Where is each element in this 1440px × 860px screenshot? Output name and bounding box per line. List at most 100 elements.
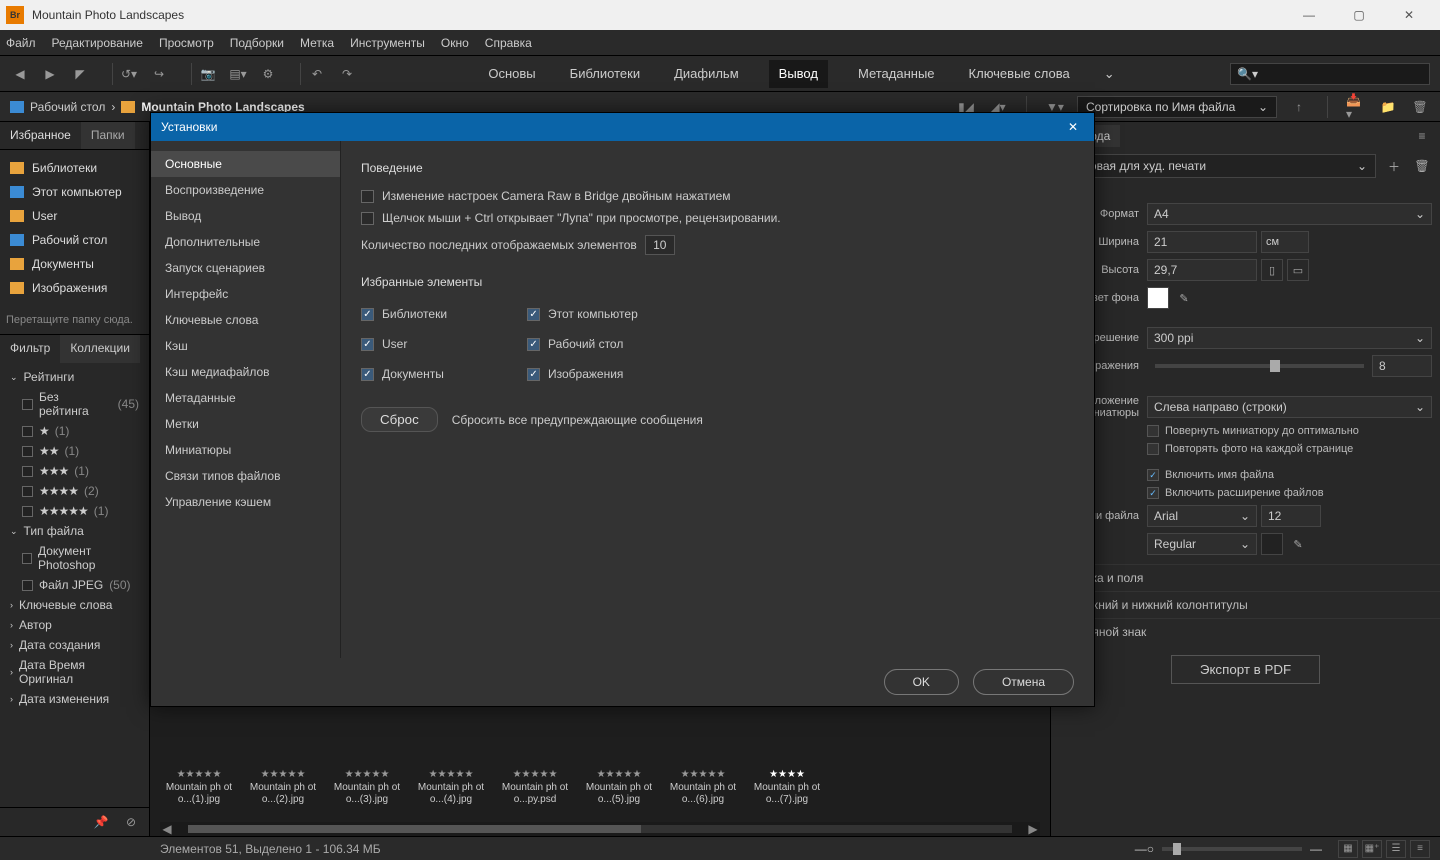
nav-item-playback[interactable]: Воспроизведение	[151, 177, 340, 203]
thumbnail-item[interactable]: ★★★★★Mountain ph oto...(6).jpg	[664, 769, 742, 806]
checkbox[interactable]	[22, 466, 33, 477]
scrollbar-thumb[interactable]	[188, 825, 641, 833]
portrait-button[interactable]: ▯	[1261, 259, 1283, 281]
section-grid[interactable]: ›Сетка и поля	[1051, 564, 1440, 591]
imagesize-slider[interactable]	[1155, 364, 1364, 368]
fontcolor-swatch[interactable]	[1261, 533, 1283, 555]
checkbox[interactable]	[22, 553, 32, 564]
tab-favorites[interactable]: Избранное	[0, 122, 81, 149]
favorite-item[interactable]: Этот компьютер	[0, 180, 149, 204]
rotate-cw-button[interactable]: ↷	[337, 64, 357, 84]
thumbnail-item[interactable]: ★★★★★Mountain ph oto...(5).jpg	[580, 769, 658, 806]
repeat-photo-checkbox-row[interactable]: Повторять фото на каждой странице	[1051, 440, 1440, 458]
view-grid-lock-button[interactable]: ▦⁺	[1362, 840, 1382, 858]
checkbox[interactable]	[1147, 487, 1159, 499]
fav-desktop-checkbox[interactable]: Рабочий стол	[527, 333, 638, 355]
nav-item-file-type-assoc[interactable]: Связи типов файлов	[151, 463, 340, 489]
scroll-left-arrow[interactable]: ◀	[160, 822, 174, 836]
checkbox[interactable]	[1147, 469, 1159, 481]
add-preset-button[interactable]: ＋	[1384, 156, 1404, 176]
rotate-ccw-button[interactable]: ↶	[307, 64, 327, 84]
search-input[interactable]: 🔍▾	[1230, 63, 1430, 85]
thumbnail-item[interactable]: ★★★★★Mountain ph oto...py.psd	[496, 769, 574, 806]
nav-item-labels[interactable]: Метки	[151, 411, 340, 437]
menu-label[interactable]: Метка	[300, 36, 334, 50]
new-folder-icon[interactable]: 📁	[1378, 97, 1398, 117]
export-pdf-button[interactable]: Экспорт в PDF	[1171, 655, 1320, 684]
favorite-item[interactable]: Библиотеки	[0, 156, 149, 180]
filter-group-date-modified[interactable]: ›Дата изменения	[0, 689, 149, 709]
favorite-item[interactable]: Изображения	[0, 276, 149, 300]
nav-forward-button[interactable]: ▶	[40, 64, 60, 84]
rotate-thumb-checkbox-row[interactable]: Повернуть миниатюру до оптимально	[1051, 422, 1440, 440]
favorite-item[interactable]: Рабочий стол	[0, 228, 149, 252]
window-close-button[interactable]: ✕	[1394, 8, 1424, 22]
camera-icon[interactable]: 📷	[198, 64, 218, 84]
landscape-button[interactable]: ▭	[1287, 259, 1309, 281]
zoom-in-button[interactable]: —	[1310, 842, 1322, 856]
reset-warnings-button[interactable]: Сброс	[361, 407, 438, 432]
filter-group-date-original[interactable]: ›Дата Время Оригинал	[0, 655, 149, 689]
tab-filter[interactable]: Фильтр	[0, 335, 60, 363]
menu-view[interactable]: Просмотр	[159, 36, 214, 50]
unit-dropdown[interactable]: см	[1261, 231, 1309, 253]
workspace-tab-keywords[interactable]: Ключевые слова	[965, 60, 1074, 88]
font-dropdown[interactable]: Arial⌄	[1147, 505, 1257, 527]
format-dropdown[interactable]: A4⌄	[1147, 203, 1432, 225]
section-header-footer[interactable]: ›Верхний и нижний колонтитулы	[1051, 591, 1440, 618]
menu-tools[interactable]: Инструменты	[350, 36, 425, 50]
nav-item-general[interactable]: Основные	[151, 151, 340, 177]
checkbox[interactable]	[1147, 443, 1159, 455]
fav-libraries-checkbox[interactable]: Библиотеки	[361, 303, 447, 325]
checkbox[interactable]	[527, 338, 540, 351]
menu-file[interactable]: Файл	[6, 36, 36, 50]
panel-menu-icon[interactable]: ≡	[1412, 126, 1432, 146]
menu-edit[interactable]: Редактирование	[52, 36, 143, 50]
checkbox[interactable]	[22, 486, 33, 497]
path-segment-desktop[interactable]: Рабочий стол	[30, 100, 105, 114]
workspace-tab-output[interactable]: Вывод	[769, 60, 828, 88]
include-name-checkbox-row[interactable]: Включить имя файла	[1051, 466, 1440, 484]
slider-knob[interactable]	[1173, 843, 1181, 855]
menu-help[interactable]: Справка	[485, 36, 532, 50]
checkbox[interactable]	[1147, 425, 1159, 437]
fav-user-checkbox[interactable]: User	[361, 333, 447, 355]
checkbox[interactable]	[361, 338, 374, 351]
dialog-close-button[interactable]: ✕	[1062, 116, 1084, 138]
filter-item[interactable]: Файл JPEG(50)	[0, 575, 149, 595]
checkbox[interactable]	[22, 399, 33, 410]
nav-up-button[interactable]: ◤	[70, 64, 90, 84]
checkbox[interactable]	[361, 368, 374, 381]
slider-knob[interactable]	[1270, 360, 1280, 372]
zoom-slider[interactable]	[1162, 847, 1302, 851]
nav-item-keywords[interactable]: Ключевые слова	[151, 307, 340, 333]
filter-item[interactable]: ★★(1)	[0, 441, 149, 461]
nav-back-button[interactable]: ◀	[10, 64, 30, 84]
width-input[interactable]: 21	[1147, 231, 1257, 253]
checkbox[interactable]	[527, 368, 540, 381]
thumbnail-item[interactable]: ★★★★Mountain ph oto...(7).jpg	[748, 769, 826, 806]
view-list-button[interactable]: ≡	[1410, 840, 1430, 858]
menu-window[interactable]: Окно	[441, 36, 469, 50]
filter-group-author[interactable]: ›Автор	[0, 615, 149, 635]
checkbox[interactable]	[361, 190, 374, 203]
include-ext-checkbox-row[interactable]: Включить расширение файлов	[1051, 484, 1440, 502]
workspace-tab-libraries[interactable]: Библиотеки	[566, 60, 644, 88]
filter-item[interactable]: ★★★(1)	[0, 461, 149, 481]
nav-item-cache[interactable]: Кэш	[151, 333, 340, 359]
workspace-tab-essentials[interactable]: Основы	[484, 60, 539, 88]
filter-group-date-created[interactable]: ›Дата создания	[0, 635, 149, 655]
filter-group-keywords[interactable]: ›Ключевые слова	[0, 595, 149, 615]
fontstyle-dropdown[interactable]: Regular⌄	[1147, 533, 1257, 555]
fontsize-input[interactable]: 12	[1261, 505, 1321, 527]
resolution-dropdown[interactable]: 300 ppi⌄	[1147, 327, 1432, 349]
scroll-right-arrow[interactable]: ▶	[1026, 822, 1040, 836]
boomerang-icon[interactable]: ↪	[149, 64, 169, 84]
window-maximize-button[interactable]: ▢	[1344, 8, 1374, 22]
zoom-out-button[interactable]: —○	[1135, 842, 1154, 856]
workspace-more-dropdown[interactable]: ⌄	[1100, 60, 1119, 88]
clear-filter-icon[interactable]: ⊘	[121, 812, 141, 832]
imagesize-input[interactable]: 8	[1372, 355, 1432, 377]
pin-icon[interactable]: 📌	[91, 812, 111, 832]
fav-computer-checkbox[interactable]: Этот компьютер	[527, 303, 638, 325]
